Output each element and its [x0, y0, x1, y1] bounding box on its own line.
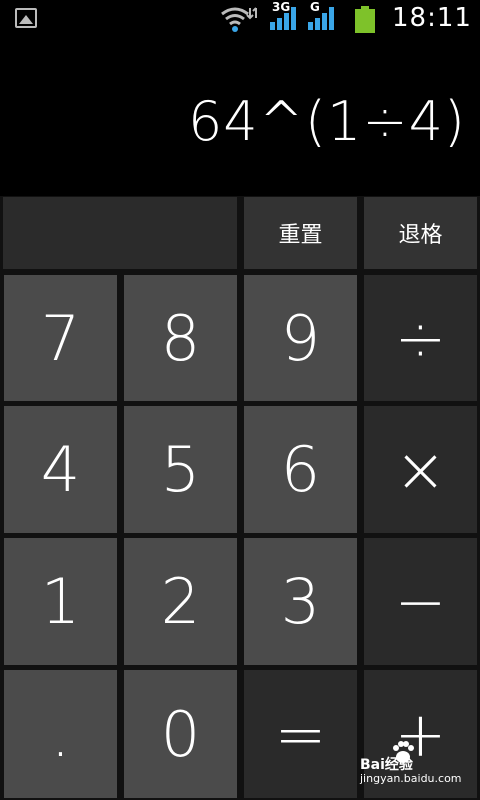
divide-button[interactable]: ÷ [364, 275, 477, 401]
status-bar: 3G G 18:11 [0, 0, 480, 40]
minus-button[interactable]: − [364, 538, 477, 665]
watermark-url: jingyan.baidu.com [360, 772, 462, 785]
status-clock: 18:11 [392, 3, 472, 33]
backspace-button[interactable]: 退格 [364, 197, 477, 269]
key-2[interactable]: 2 [124, 538, 237, 665]
multiply-button[interactable]: × [364, 406, 477, 533]
key-4[interactable]: 4 [4, 406, 117, 533]
calculator-display: 64^(1÷4) [0, 40, 480, 196]
key-1[interactable]: 1 [4, 538, 117, 665]
clear-button[interactable]: 重置 [244, 197, 357, 269]
key-8[interactable]: 8 [124, 275, 237, 401]
equals-button[interactable]: = [244, 670, 357, 798]
keypad: 重置 退格 7 8 9 ÷ 4 5 6 × 1 2 3 − . 0 = + [0, 196, 480, 800]
signal-3g-icon: 3G [268, 0, 300, 32]
key-9[interactable]: 9 [244, 275, 357, 401]
key-6[interactable]: 6 [244, 406, 357, 533]
watermark-brand: Bai经验 [360, 757, 413, 773]
battery-icon [355, 6, 375, 33]
wifi-icon [221, 7, 257, 32]
gallery-notification-icon [15, 8, 37, 28]
decimal-point-button[interactable]: . [4, 670, 117, 798]
key-3[interactable]: 3 [244, 538, 357, 665]
network-g-label: G [310, 0, 320, 14]
network-3g-label: 3G [272, 0, 291, 14]
function-row-blank [3, 197, 237, 269]
signal-g-icon: G [306, 0, 338, 32]
key-0[interactable]: 0 [124, 670, 237, 798]
expression-text: 64^(1÷4) [187, 90, 466, 153]
key-5[interactable]: 5 [124, 406, 237, 533]
key-7[interactable]: 7 [4, 275, 117, 401]
baidu-jingyan-watermark: Bai经验 jingyan.baidu.com [360, 740, 470, 786]
